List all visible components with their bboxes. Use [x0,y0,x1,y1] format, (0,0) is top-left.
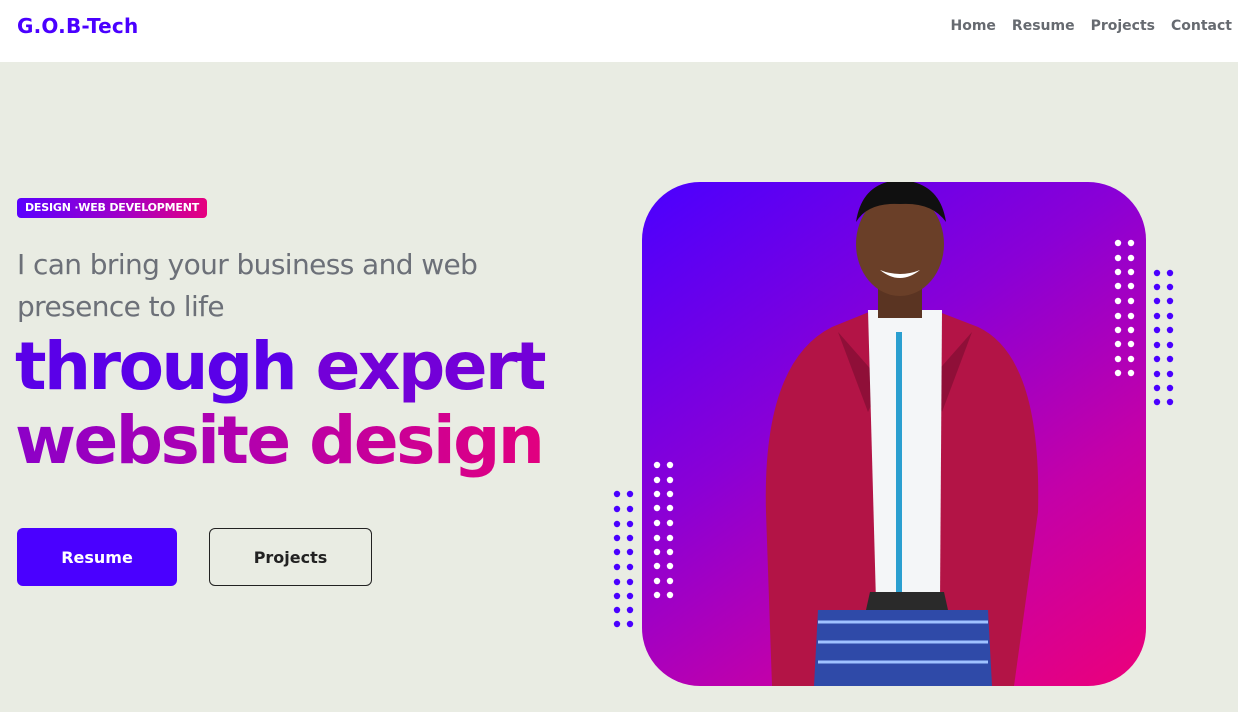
services-badge: DESIGN ·WEB DEVELOPMENT [17,198,208,218]
hero-tagline: I can bring your business and web presen… [17,248,478,323]
nav-link-resume[interactable]: Resume [1012,18,1075,34]
headline-word-expert: expert [315,328,547,405]
headline-word-through: through [15,328,298,405]
dot-pattern-left-blue [613,490,634,628]
top-navbar: G.O.B-Tech Home Resume Projects Contact [0,0,1238,62]
headline-line-2: website design [15,402,545,479]
portrait-card [642,182,1146,686]
resume-button[interactable]: Resume [17,528,177,586]
headline-line-1: through expert [15,328,547,405]
dot-pattern-card-white-right [1114,239,1135,377]
nav-menu: Home Resume Projects Contact [951,18,1233,34]
dot-pattern-card-white [653,461,674,599]
portrait-image [765,182,1039,686]
nav-link-projects[interactable]: Projects [1091,18,1155,34]
site-logo[interactable]: G.O.B-Tech [17,14,138,38]
dot-pattern-right-blue [1153,269,1174,406]
nav-link-contact[interactable]: Contact [1171,18,1232,34]
hero-headline: through expert website design [15,328,547,479]
projects-button[interactable]: Projects [209,528,372,586]
nav-link-home[interactable]: Home [951,18,996,34]
